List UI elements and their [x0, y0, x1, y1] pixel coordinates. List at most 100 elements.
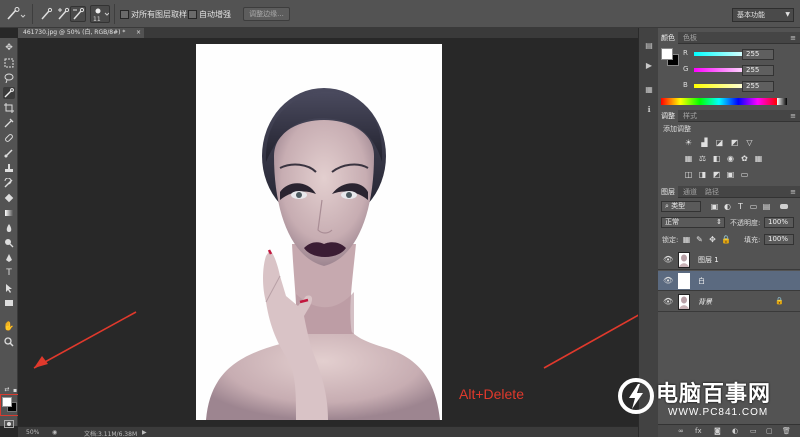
marquee-tool-icon[interactable] [3, 57, 15, 69]
vibrance-icon[interactable]: ▽ [745, 138, 754, 147]
filter-pixel-icon[interactable]: ▣ [710, 202, 719, 211]
sample-all-layers-checkbox[interactable] [120, 10, 129, 19]
foreground-color-swatch[interactable] [2, 397, 12, 407]
clone-stamp-tool-icon[interactable] [3, 162, 15, 174]
refine-edge-button[interactable]: 调整边缘... [243, 7, 290, 21]
canvas-area[interactable] [18, 38, 638, 426]
lasso-tool-icon[interactable] [3, 72, 15, 84]
workspace-switcher[interactable]: 基本功能 ▼ [732, 8, 794, 22]
hand-tool-icon[interactable]: ✋ [3, 321, 15, 333]
filter-smart-object-icon[interactable]: ▤ [762, 202, 771, 211]
link-layers-icon[interactable]: ∞ [678, 427, 684, 435]
filter-adjustment-icon[interactable]: ◐ [723, 202, 732, 211]
info-panel-icon[interactable]: ℹ [643, 104, 655, 116]
grayscale-ramp[interactable] [777, 98, 787, 105]
filter-shape-icon[interactable]: ▭ [749, 202, 758, 211]
layer-style-icon[interactable]: fx [695, 427, 702, 435]
blend-mode-select[interactable]: 正常 ⇕ [661, 217, 725, 228]
subtract-from-selection-icon[interactable] [70, 6, 86, 22]
curves-icon[interactable]: ◪ [715, 138, 724, 147]
brush-picker[interactable]: 11 [90, 5, 110, 23]
add-mask-icon[interactable]: ◙ [714, 427, 721, 435]
new-group-icon[interactable]: ▭ [750, 427, 757, 435]
crop-tool-icon[interactable] [3, 102, 15, 114]
auto-enhance-checkbox[interactable] [188, 10, 197, 19]
gradient-map-icon[interactable]: ▭ [740, 170, 749, 179]
properties-panel-icon[interactable]: ▦ [643, 84, 655, 96]
selective-color-icon[interactable]: ▣ [726, 170, 735, 179]
quick-selection-tool-icon[interactable] [4, 6, 26, 24]
layer-filter-select[interactable]: ⌕ 类型 [661, 201, 701, 212]
panel-menu-icon[interactable]: ≡ [790, 110, 796, 122]
status-icon[interactable]: ◉ [52, 429, 57, 436]
black-white-icon[interactable]: ◧ [712, 154, 721, 163]
tab-adjustments[interactable]: 调整 [658, 110, 678, 122]
quick-mask-icon[interactable] [4, 420, 14, 428]
new-adjustment-layer-icon[interactable]: ◐ [732, 427, 738, 435]
rectangle-tool-icon[interactable] [3, 297, 15, 309]
gradient-tool-icon[interactable] [3, 207, 15, 219]
add-to-selection-icon[interactable] [55, 6, 71, 22]
layer-row-selected[interactable]: 👁 白 [658, 271, 800, 291]
delete-layer-icon[interactable]: 🗑 [782, 427, 791, 435]
color-spectrum[interactable] [661, 98, 777, 105]
new-layer-icon[interactable]: ▢ [766, 427, 773, 435]
filter-toggle[interactable] [780, 204, 788, 209]
tab-styles[interactable]: 样式 [680, 110, 700, 122]
tab-swatches[interactable]: 色板 [680, 32, 700, 44]
fill-field[interactable]: 100% [764, 234, 794, 245]
color-fg-swatch-front[interactable] [661, 48, 673, 60]
eye-icon[interactable]: 👁 [663, 255, 673, 264]
opacity-field[interactable]: 100% [764, 217, 794, 228]
hue-saturation-icon[interactable]: ▦ [684, 154, 693, 163]
eye-icon[interactable]: 👁 [663, 297, 673, 306]
tab-color[interactable]: 颜色 [658, 32, 678, 44]
channel-r-value[interactable]: 255 [742, 49, 774, 60]
path-selection-tool-icon[interactable] [3, 282, 15, 294]
healing-brush-tool-icon[interactable] [3, 132, 15, 144]
quick-selection-tool-icon[interactable] [3, 87, 15, 99]
panel-menu-icon[interactable]: ≡ [790, 32, 796, 44]
layer-row[interactable]: 👁 背景 🔒 [658, 292, 800, 312]
levels-icon[interactable]: ▟ [700, 138, 709, 147]
layer-row[interactable]: 👁 图层 1 [658, 250, 800, 270]
tab-paths[interactable]: 路径 [702, 186, 722, 198]
tab-channels[interactable]: 通道 [680, 186, 700, 198]
panel-menu-icon[interactable]: ≡ [790, 186, 796, 198]
move-tool-icon[interactable]: ✥ [3, 42, 15, 54]
actions-panel-icon[interactable]: ▶ [643, 60, 655, 72]
tab-layers[interactable]: 图层 [658, 186, 678, 198]
brightness-icon[interactable]: ☀ [684, 138, 693, 147]
color-balance-icon[interactable]: ⚖ [698, 154, 707, 163]
filter-type-icon[interactable]: T [736, 202, 745, 211]
exposure-icon[interactable]: ◩ [730, 138, 739, 147]
dodge-tool-icon[interactable] [3, 237, 15, 249]
blur-tool-icon[interactable] [3, 222, 15, 234]
history-panel-icon[interactable]: ▤ [643, 40, 655, 52]
lock-all-icon[interactable]: 🔒 [721, 235, 731, 244]
lock-position-icon[interactable]: ✥ [708, 235, 717, 244]
eye-icon[interactable]: 👁 [663, 276, 673, 285]
threshold-icon[interactable]: ◩ [712, 170, 721, 179]
lock-image-icon[interactable]: ✎ [695, 235, 704, 244]
zoom-level[interactable]: 50% [26, 429, 39, 436]
invert-icon[interactable]: ◫ [684, 170, 693, 179]
posterize-icon[interactable]: ◨ [698, 170, 707, 179]
pen-tool-icon[interactable] [3, 252, 15, 264]
photo-filter-icon[interactable]: ◉ [726, 154, 735, 163]
channel-g-value[interactable]: 255 [742, 65, 774, 76]
document-tab[interactable]: 461730.jpg @ 50% (白, RGB/8#) * × [18, 28, 144, 38]
zoom-tool-icon[interactable] [3, 336, 15, 348]
type-tool-icon[interactable]: T [3, 267, 15, 279]
eyedropper-tool-icon[interactable] [3, 117, 15, 129]
history-brush-tool-icon[interactable] [3, 177, 15, 189]
color-lookup-icon[interactable]: ▦ [754, 154, 763, 163]
eraser-tool-icon[interactable] [3, 192, 15, 204]
status-menu-arrow-icon[interactable]: ▶ [142, 429, 147, 436]
brush-tool-icon[interactable] [3, 147, 15, 159]
close-icon[interactable]: × [136, 28, 141, 38]
lock-transparent-icon[interactable]: ▦ [682, 235, 691, 244]
channel-mixer-icon[interactable]: ✿ [740, 154, 749, 163]
channel-b-value[interactable]: 255 [742, 81, 774, 92]
new-selection-icon[interactable] [38, 6, 54, 22]
